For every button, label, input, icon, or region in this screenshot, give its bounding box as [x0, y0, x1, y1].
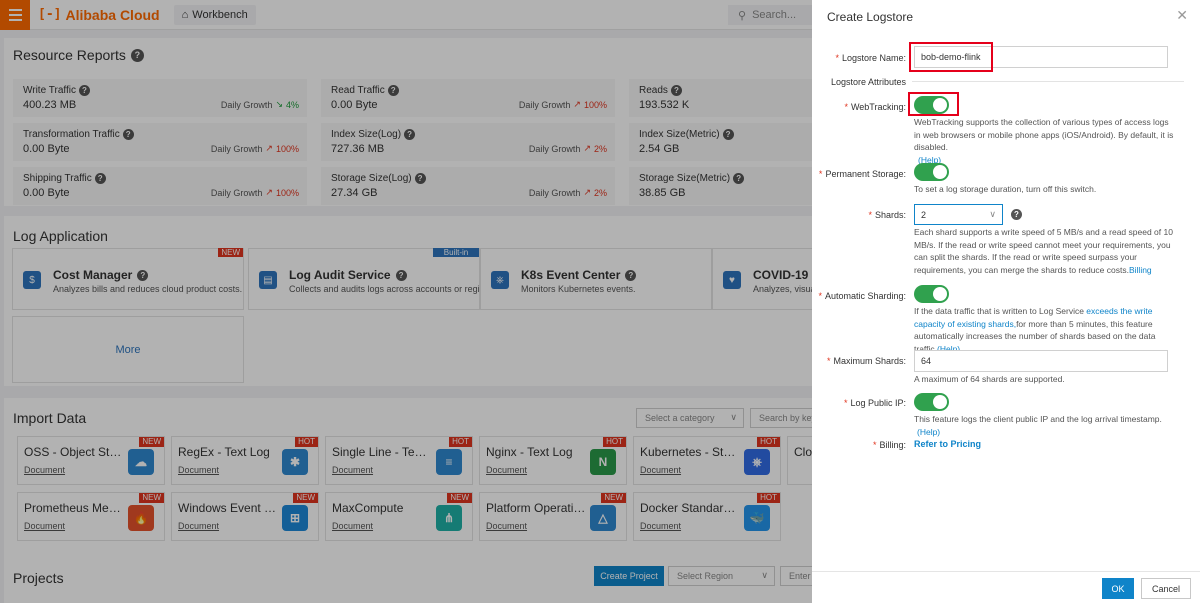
- logstore-name-label: * Logstore Name:: [835, 53, 906, 63]
- permanent-storage-label: * Permanent Storage:: [818, 169, 906, 179]
- log-public-ip-toggle[interactable]: [914, 393, 949, 411]
- help-icon[interactable]: ?: [1011, 209, 1022, 220]
- ok-label: OK: [1111, 583, 1125, 594]
- shards-value: 2: [921, 209, 927, 220]
- shards-hint: Each shard supports a write speed of 5 M…: [914, 227, 1173, 275]
- shards-label: * Shards:: [868, 210, 906, 220]
- permanent-storage-toggle[interactable]: [914, 163, 949, 181]
- logstore-attributes-label: Logstore Attributes: [830, 77, 906, 87]
- permanent-storage-hint: To set a log storage duration, turn off …: [914, 184, 1097, 194]
- highlight-box: [908, 92, 959, 116]
- maximum-shards-label: * Maximum Shards:: [826, 356, 906, 366]
- cancel-button[interactable]: Cancel: [1141, 578, 1191, 599]
- cancel-label: Cancel: [1151, 583, 1180, 594]
- webtracking-label: * WebTracking:: [844, 102, 906, 112]
- close-icon[interactable]: ✕: [1176, 7, 1188, 24]
- public-ip-help-link[interactable]: (Help): [917, 427, 940, 437]
- maximum-shards-input[interactable]: 64: [914, 350, 1168, 372]
- billing-label: * Billing:: [872, 440, 906, 450]
- automatic-sharding-toggle[interactable]: [914, 285, 949, 303]
- automatic-sharding-hint: If the data traffic that is written to L…: [914, 306, 1156, 354]
- billing-link[interactable]: Billing: [1129, 265, 1152, 275]
- divider: [912, 81, 1184, 82]
- webtracking-hint: WebTracking supports the collection of v…: [914, 117, 1174, 165]
- shards-select[interactable]: 2 ∨: [914, 204, 1003, 225]
- log-public-ip-label: * Log Public IP:: [843, 398, 906, 408]
- maximum-shards-value: 64: [921, 356, 932, 366]
- maximum-shards-hint: A maximum of 64 shards are supported.: [914, 374, 1065, 384]
- ok-button[interactable]: OK: [1102, 578, 1134, 599]
- drawer-footer: OK Cancel: [812, 571, 1200, 603]
- chevron-down-icon: ∨: [989, 209, 996, 219]
- refer-to-pricing-link[interactable]: Refer to Pricing: [914, 439, 981, 449]
- automatic-sharding-label: * Automatic Sharding:: [818, 291, 906, 301]
- drawer-title: Create Logstore: [827, 10, 914, 24]
- log-public-ip-hint: This feature logs the client public IP a…: [914, 414, 1162, 437]
- modal-overlay[interactable]: [0, 0, 812, 603]
- highlight-box: [909, 42, 993, 72]
- create-logstore-drawer: Create Logstore ✕ * Logstore Name: bob-de…: [812, 0, 1200, 603]
